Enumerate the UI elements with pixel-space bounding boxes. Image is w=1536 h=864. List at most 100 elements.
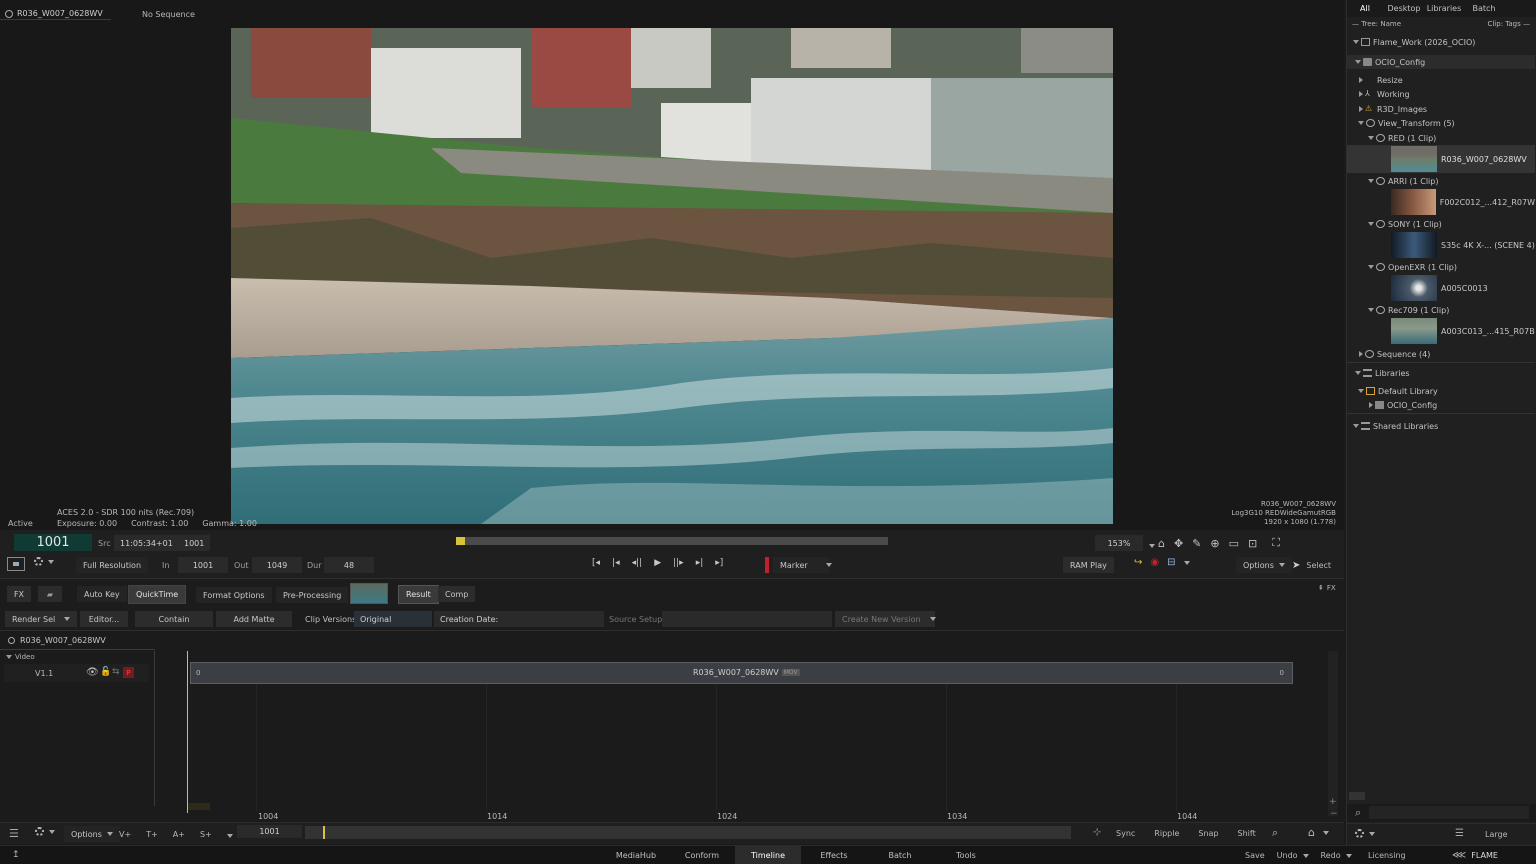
compare-icon[interactable]: ⊟ xyxy=(1167,557,1175,568)
tab-conform[interactable]: Conform xyxy=(669,846,735,864)
display-icon[interactable]: ▭ xyxy=(1229,537,1239,550)
timeline-settings-button[interactable] xyxy=(35,827,55,836)
add-title-track-button[interactable]: T+ xyxy=(146,830,158,839)
timeline-segment[interactable]: 0 R036_W007_0628WV MOV 0 xyxy=(190,662,1293,684)
save-button[interactable]: Save xyxy=(1245,851,1265,860)
step-back-icon[interactable]: ◂|| xyxy=(632,558,643,568)
tree-group-openexr[interactable]: OpenEXR (1 Clip) xyxy=(1347,260,1535,274)
lock-icon[interactable]: 🔓 xyxy=(100,667,111,677)
clip-item-arri[interactable]: F002C012_...412_R07W xyxy=(1347,188,1535,216)
clip-item-rec709[interactable]: A003C013_...415_R07B xyxy=(1347,317,1535,345)
zoom-out-icon[interactable]: − xyxy=(1330,809,1338,819)
tree-view-transform[interactable]: View_Transform (5) xyxy=(1347,116,1535,130)
tree-group-arri[interactable]: ARRI (1 Clip) xyxy=(1347,174,1535,188)
step-forward-icon[interactable]: ||▸ xyxy=(673,558,684,568)
play-icon[interactable]: ▶ xyxy=(654,558,661,568)
result-tab[interactable]: Result xyxy=(398,585,439,604)
undo-button[interactable]: Undo xyxy=(1277,851,1309,860)
source-setup-field[interactable] xyxy=(662,611,832,627)
fx-toggle[interactable]: ⇞ FX xyxy=(1318,584,1336,592)
gear-icon[interactable] xyxy=(5,9,13,18)
tree-group-sony[interactable]: SONY (1 Clip) xyxy=(1347,217,1535,231)
clip-item-sony[interactable]: S35c 4K X-... (SCENE 4) xyxy=(1347,231,1535,259)
clip-item-red[interactable]: R036_W007_0628WV xyxy=(1347,145,1535,173)
tree-libraries[interactable]: Libraries xyxy=(1347,366,1535,380)
ripple-button[interactable]: Ripple xyxy=(1154,829,1179,838)
search-input[interactable] xyxy=(1369,806,1529,819)
tab-mediahub[interactable]: MediaHub xyxy=(603,846,669,864)
pre-processing-tab[interactable]: Pre-Processing xyxy=(276,587,349,603)
scrub-handle[interactable] xyxy=(456,537,465,545)
tab-tools[interactable]: Tools xyxy=(933,846,999,864)
image-tab[interactable]: ▰ xyxy=(38,586,62,602)
zoom-in-icon[interactable]: + xyxy=(1329,797,1337,807)
go-to-start-icon[interactable]: |◂ xyxy=(612,558,620,568)
horizontal-scrollbar[interactable] xyxy=(1349,792,1365,800)
timeline-scrollbar[interactable] xyxy=(305,826,1071,839)
shift-button[interactable]: Shift xyxy=(1238,829,1256,838)
video-group-header[interactable]: Video xyxy=(6,653,35,661)
comp-tab[interactable]: Comp xyxy=(438,586,476,602)
add-matte-button[interactable]: Add Matte xyxy=(216,611,292,627)
viewer[interactable]: R036_W007_0628WV No Sequence Active ACES… xyxy=(0,0,1344,530)
tab-timeline[interactable]: Timeline xyxy=(735,846,801,864)
focus-icon[interactable]: ⊹ xyxy=(1093,827,1101,838)
primary-track-badge[interactable]: P xyxy=(123,667,134,678)
tree-lib-ocio-config[interactable]: OCIO_Config xyxy=(1347,398,1535,412)
tab-all[interactable]: All xyxy=(1347,0,1383,18)
tree-group-rec709[interactable]: Rec709 (1 Clip) xyxy=(1347,303,1535,317)
list-view-icon[interactable]: ☰ xyxy=(1455,828,1464,839)
creation-date-field[interactable]: Creation Date: xyxy=(434,611,604,627)
out-field[interactable]: 1049 xyxy=(252,557,302,573)
tab-libraries[interactable]: Libraries xyxy=(1425,0,1463,18)
zoom-field[interactable]: 153% xyxy=(1095,535,1143,551)
contain-button[interactable]: Contain xyxy=(135,611,213,627)
add-track-dropdown[interactable] xyxy=(226,833,233,838)
clip-versions-field[interactable]: Original xyxy=(354,611,432,627)
tab-desktop[interactable]: Desktop xyxy=(1383,0,1425,18)
camera-record-icon[interactable]: ◉ xyxy=(1150,557,1159,568)
track-layout-icon[interactable]: ☰ xyxy=(9,827,19,840)
tree-name-header[interactable]: — Tree: Name xyxy=(1352,20,1401,28)
target-icon[interactable]: ⊕ xyxy=(1210,537,1219,550)
viewer-settings-button[interactable] xyxy=(34,557,54,566)
render-sel-button[interactable]: Render Sel xyxy=(5,611,78,627)
editor-button[interactable]: Editor... xyxy=(80,611,128,627)
marker-button[interactable]: Marker xyxy=(773,557,832,573)
tab-effects[interactable]: Effects xyxy=(801,846,867,864)
add-audio-track-button[interactable]: A+ xyxy=(173,830,185,839)
tree-shared-libraries[interactable]: Shared Libraries xyxy=(1347,419,1535,433)
link-icon[interactable]: ↪ xyxy=(1134,557,1142,568)
thumbnail-size-label[interactable]: Large xyxy=(1485,830,1508,839)
link-icon[interactable]: ⇆ xyxy=(112,667,120,677)
quicktime-tab[interactable]: QuickTime xyxy=(128,585,187,604)
timeline-positioner[interactable] xyxy=(187,651,188,813)
search-icon[interactable]: ⌕ xyxy=(1272,826,1278,840)
gear-icon[interactable] xyxy=(8,637,15,644)
clip-tags-header[interactable]: Clip: Tags — xyxy=(1487,20,1530,28)
panel-settings-button[interactable] xyxy=(1355,829,1375,838)
src-frame-field[interactable]: 1001 xyxy=(178,535,210,551)
eye-icon[interactable]: 👁 xyxy=(86,667,99,678)
go-to-in-icon[interactable]: [◂ xyxy=(592,558,600,568)
tab-batch[interactable]: Batch xyxy=(1463,0,1505,18)
tree-r3d-images[interactable]: ⚠ R3D_Images xyxy=(1347,102,1535,116)
tree-default-library[interactable]: Default Library xyxy=(1347,384,1535,398)
create-new-version-button[interactable]: Create New Version xyxy=(835,611,936,627)
tree-project[interactable]: Flame_Work (2026_OCIO) xyxy=(1347,35,1535,49)
format-options-tab[interactable]: Format Options xyxy=(196,587,272,603)
move-icon[interactable]: ✥ xyxy=(1174,537,1183,550)
scrub-bar[interactable] xyxy=(456,537,888,545)
clip-thumbnail[interactable] xyxy=(350,583,388,604)
fullscreen-icon[interactable]: ⛶ xyxy=(1272,536,1280,550)
auto-key-button[interactable]: Auto Key xyxy=(77,586,127,602)
frame-icon[interactable]: ⊡ xyxy=(1248,537,1257,550)
add-subtitle-track-button[interactable]: S+ xyxy=(200,830,212,839)
tree-sequence[interactable]: Sequence (4) xyxy=(1347,347,1535,361)
current-frame-display[interactable]: 1001 xyxy=(14,534,92,551)
timeline-frame-field[interactable]: 1001 xyxy=(237,825,302,838)
ram-play-button[interactable]: RAM Play xyxy=(1063,557,1114,573)
clip-item-openexr[interactable]: A005C0013 xyxy=(1347,274,1535,302)
tree-group-red[interactable]: RED (1 Clip) xyxy=(1347,131,1535,145)
snap-button[interactable]: Snap xyxy=(1198,829,1218,838)
